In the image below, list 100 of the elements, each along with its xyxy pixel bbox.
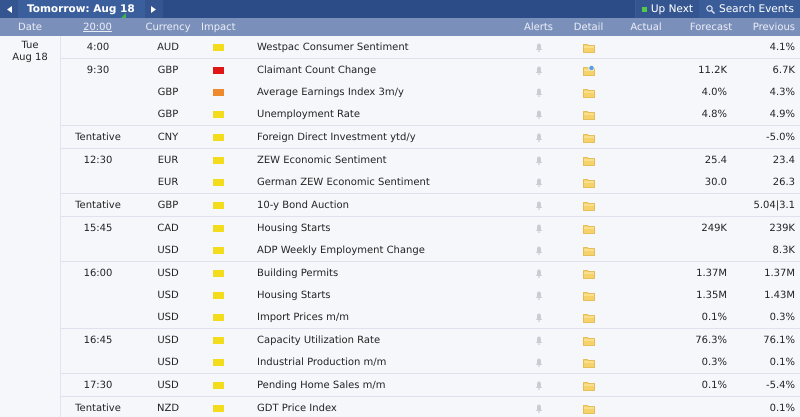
event-title[interactable]: Housing Starts xyxy=(257,222,330,234)
folder-icon[interactable] xyxy=(582,86,594,98)
event-title[interactable]: 10-y Bond Auction xyxy=(257,200,349,210)
previous-value: 8.3K xyxy=(772,244,795,256)
event-title[interactable]: GDT Price Index xyxy=(257,402,337,414)
time-text: 4:00 xyxy=(86,42,110,52)
folder-icon[interactable] xyxy=(582,176,594,188)
bell-icon[interactable] xyxy=(534,380,542,390)
event-title[interactable]: Housing Starts xyxy=(257,290,330,300)
event-title[interactable]: Import Prices m/m xyxy=(257,312,350,322)
column-header: Previous xyxy=(752,22,796,32)
folder-icon[interactable] xyxy=(582,42,594,52)
event-title[interactable]: Foreign Direct Investment ytd/y xyxy=(257,132,416,142)
event-title[interactable]: Average Earnings Index 3m/y xyxy=(257,86,404,98)
time-text: 16:45 xyxy=(84,334,112,346)
bell-icon[interactable] xyxy=(534,246,542,254)
forecast-value: 30.0 xyxy=(704,176,727,188)
previous-day-button[interactable] xyxy=(0,0,18,18)
currency-text: USD xyxy=(157,380,179,390)
bell-icon[interactable] xyxy=(534,156,542,164)
date-text: Aug 18 xyxy=(12,52,48,64)
column-header: Forecast xyxy=(688,22,734,32)
left-triangle-icon xyxy=(6,6,12,12)
time-text: Tentative xyxy=(75,132,121,142)
currency-text: USD xyxy=(157,268,179,278)
currency-text: GBP xyxy=(158,86,178,98)
next-day-button[interactable] xyxy=(144,0,163,18)
folder-icon[interactable] xyxy=(582,222,594,234)
previous-value: 4.3% xyxy=(770,86,795,98)
currency-text: EUR xyxy=(158,154,178,166)
time-text: 15:45 xyxy=(84,222,112,234)
bell-icon[interactable] xyxy=(534,200,542,210)
bell-icon[interactable] xyxy=(534,358,542,366)
up-next-button[interactable]: Up Next xyxy=(634,0,700,18)
bell-icon[interactable] xyxy=(534,132,542,142)
previous-value: 76.1% xyxy=(763,334,795,346)
bell-icon[interactable] xyxy=(534,224,542,232)
forecast-value: 4.8% xyxy=(702,108,727,120)
event-title[interactable]: ZEW Economic Sentiment xyxy=(257,154,387,166)
bell-icon[interactable] xyxy=(534,42,542,52)
column-header: Date xyxy=(17,22,43,32)
folder-icon[interactable] xyxy=(582,132,594,142)
corner-marker-icon xyxy=(121,13,126,18)
forecast-value: 1.37M xyxy=(696,268,727,278)
folder-icon[interactable] xyxy=(582,268,594,278)
bell-icon[interactable] xyxy=(534,268,542,278)
event-title[interactable]: Building Permits xyxy=(257,268,338,278)
previous-value: 5.04|3.1 xyxy=(753,200,795,210)
folder-icon[interactable] xyxy=(582,154,594,166)
search-icon xyxy=(706,4,716,14)
currency-text: GBP xyxy=(158,108,178,120)
event-title[interactable]: ADP Weekly Employment Change xyxy=(257,244,425,256)
event-title[interactable]: Industrial Production m/m xyxy=(257,356,386,368)
bell-icon[interactable] xyxy=(534,88,542,96)
previous-value: 26.3 xyxy=(772,176,795,188)
currency-text: NZD xyxy=(156,402,180,414)
folder-icon[interactable] xyxy=(582,200,594,210)
folder-icon[interactable] xyxy=(582,334,594,346)
bell-icon[interactable] xyxy=(534,404,542,412)
event-title[interactable]: Unemployment Rate xyxy=(257,108,360,120)
folder-icon[interactable] xyxy=(582,108,594,120)
day-tab[interactable]: Tomorrow: Aug 18 xyxy=(18,0,145,18)
previous-value: 0.1% xyxy=(770,402,795,414)
search-events-button[interactable]: Search Events xyxy=(699,0,800,18)
folder-icon[interactable] xyxy=(582,244,594,256)
forecast-value: 0.1% xyxy=(702,380,727,390)
right-triangle-icon xyxy=(151,6,156,12)
currency-text: USD xyxy=(157,356,179,368)
bell-icon[interactable] xyxy=(534,110,542,118)
bell-icon[interactable] xyxy=(534,290,542,300)
event-title[interactable]: Capacity Utilization Rate xyxy=(257,334,380,346)
column-header: Impact xyxy=(201,22,236,32)
previous-value: 0.1% xyxy=(770,356,795,368)
event-title[interactable]: Pending Home Sales m/m xyxy=(257,380,386,390)
previous-value: -5.4% xyxy=(766,380,795,390)
currency-text: CNY xyxy=(158,132,178,142)
folder-icon[interactable] xyxy=(582,380,594,390)
currency-text: CAD xyxy=(157,222,179,234)
bell-icon[interactable] xyxy=(534,66,542,74)
currency-text: GBP xyxy=(158,200,178,210)
forecast-value: 1.35M xyxy=(696,290,727,300)
column-header: Actual xyxy=(629,22,663,32)
currency-text: AUD xyxy=(157,42,179,52)
event-title[interactable]: Claimant Count Change xyxy=(257,64,376,76)
folder-icon[interactable] xyxy=(582,312,594,322)
event-title[interactable]: Westpac Consumer Sentiment xyxy=(257,42,409,52)
time-text: 16:00 xyxy=(84,268,112,278)
event-title[interactable]: German ZEW Economic Sentiment xyxy=(257,176,430,188)
time-text: Tentative xyxy=(75,200,121,210)
bell-icon[interactable] xyxy=(534,336,542,344)
bell-icon[interactable] xyxy=(534,178,542,186)
column-header: Currency xyxy=(144,22,192,32)
folder-icon[interactable] xyxy=(582,402,594,414)
time-text: Tentative xyxy=(75,402,121,414)
folder-icon[interactable] xyxy=(582,64,594,76)
folder-icon[interactable] xyxy=(582,290,594,300)
currency-text: GBP xyxy=(158,64,178,76)
forecast-value: 76.3% xyxy=(695,334,727,346)
bell-icon[interactable] xyxy=(534,312,542,322)
folder-icon[interactable] xyxy=(582,356,594,368)
